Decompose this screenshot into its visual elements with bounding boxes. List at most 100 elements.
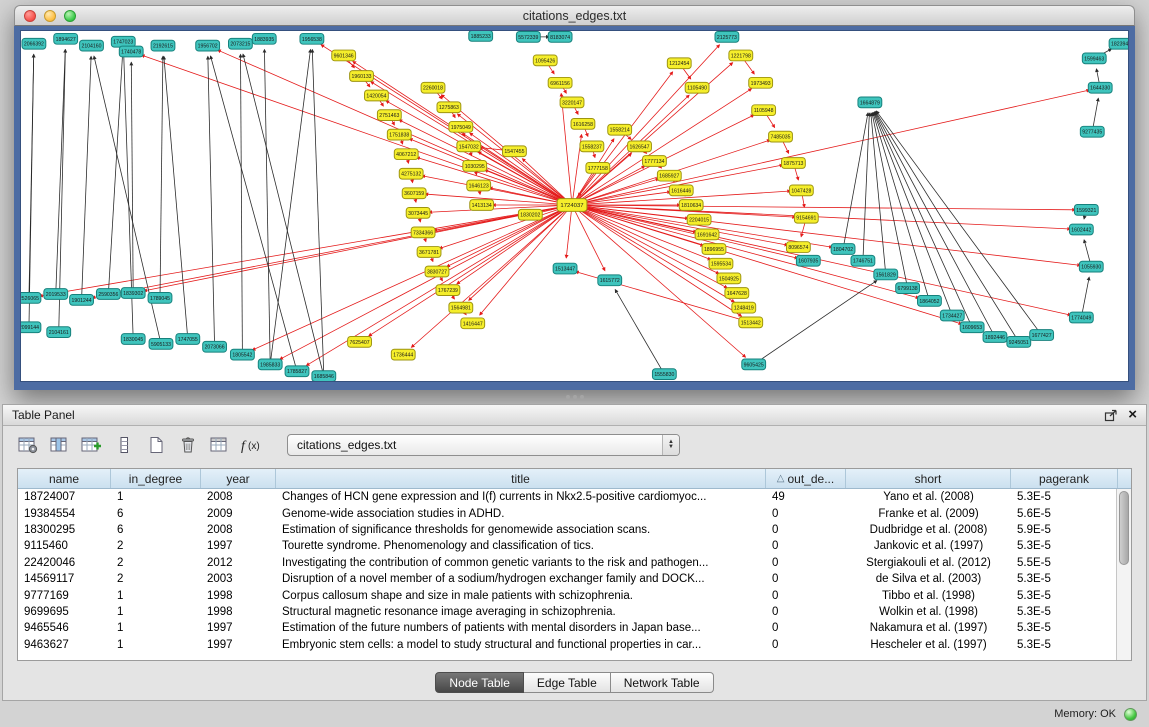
table-selector-dropdown[interactable]: citations_edges.txt ▲▼ (287, 434, 680, 456)
graph-edge[interactable] (754, 281, 877, 365)
cell-out_de[interactable]: 0 (766, 573, 846, 585)
cell-in_degree[interactable]: 1 (111, 622, 201, 634)
graph-node[interactable]: 1646123 (467, 180, 491, 191)
cell-out_de[interactable]: 0 (766, 508, 846, 520)
graph-node[interactable]: 1248419 (732, 302, 756, 313)
column-header-short[interactable]: short (846, 469, 1011, 488)
graph-node[interactable]: 1626547 (628, 141, 652, 152)
graph-node[interactable]: 1804702 (831, 244, 855, 255)
cell-year[interactable]: 1998 (201, 606, 276, 618)
close-window-button[interactable] (24, 10, 36, 22)
table-row[interactable]: 1830029562008Estimation of significance … (18, 522, 1131, 538)
cell-name[interactable]: 22420046 (18, 557, 111, 569)
cell-out_de[interactable]: 0 (766, 590, 846, 602)
cell-pagerank[interactable]: 5.6E-5 (1011, 508, 1118, 520)
graph-node[interactable]: 2019533 (44, 289, 68, 300)
graph-node[interactable]: 9601346 (332, 50, 356, 61)
cell-year[interactable]: 2008 (201, 524, 276, 536)
cell-in_degree[interactable]: 6 (111, 524, 201, 536)
graph-node[interactable]: 7485035 (769, 131, 793, 142)
graph-node[interactable]: 3073445 (406, 207, 430, 218)
graph-node[interactable]: 1736444 (391, 349, 415, 360)
table-settings-icon[interactable] (15, 432, 41, 458)
graph-edge[interactable] (478, 152, 572, 205)
graph-node[interactable]: 3607159 (402, 188, 426, 199)
graph-node[interactable]: 1647628 (725, 288, 749, 299)
tab-network-table[interactable]: Network Table (611, 672, 714, 693)
graph-node[interactable]: 1105490 (685, 82, 709, 93)
graph-node[interactable]: 1599463 (1082, 53, 1106, 64)
graph-node[interactable]: 1975049 (449, 121, 473, 132)
cell-pagerank[interactable]: 5.3E-5 (1011, 622, 1118, 634)
graph-node[interactable]: 1956702 (196, 40, 220, 51)
graph-node[interactable]: 2204015 (687, 214, 711, 225)
graph-node[interactable]: 2590356 (96, 289, 120, 300)
cell-short[interactable]: Stergiakouli et al. (2012) (846, 557, 1011, 569)
graph-node[interactable]: 2260018 (421, 82, 445, 93)
graph-node[interactable]: 1275863 (437, 102, 461, 113)
graph-node[interactable]: 2104160 (80, 40, 104, 51)
cell-in_degree[interactable]: 1 (111, 590, 201, 602)
graph-node[interactable]: 1677427 (1030, 330, 1054, 341)
cell-pagerank[interactable]: 5.9E-5 (1011, 524, 1118, 536)
graph-node[interactable]: 1561829 (874, 269, 898, 280)
graph-edge[interactable] (40, 205, 572, 296)
cell-title[interactable]: Corpus callosum shape and size in male p… (276, 590, 766, 602)
create-column-icon[interactable] (111, 432, 137, 458)
cell-short[interactable]: Dudbridge et al. (2008) (846, 524, 1011, 536)
network-graph[interactable]: 1724037 9601346 1960133 1420054 2751463 … (21, 31, 1128, 381)
graph-node[interactable]: 1691642 (695, 229, 719, 240)
graph-node[interactable]: 1685927 (657, 170, 681, 181)
cell-out_de[interactable]: 0 (766, 622, 846, 634)
graph-edge[interactable] (82, 56, 92, 299)
graph-node[interactable]: 1885233 (469, 31, 493, 41)
window-titlebar[interactable]: citations_edges.txt (14, 5, 1135, 26)
graph-edge[interactable] (572, 205, 962, 324)
graph-node[interactable]: 1609653 (960, 322, 984, 333)
graph-node[interactable]: 1883935 (252, 33, 276, 44)
graph-node[interactable]: 1685846 (312, 371, 336, 381)
cell-name[interactable]: 9699695 (18, 606, 111, 618)
graph-node[interactable]: 2192615 (151, 40, 175, 51)
graph-node[interactable]: 1810634 (679, 200, 703, 211)
cell-short[interactable]: Franke et al. (2009) (846, 508, 1011, 520)
graph-node[interactable]: 1789045 (148, 293, 172, 304)
graph-edge[interactable] (144, 205, 572, 291)
graph-node[interactable]: 1734427 (940, 310, 964, 321)
graph-node[interactable]: 1777158 (586, 162, 610, 173)
cell-year[interactable]: 2003 (201, 573, 276, 585)
cell-year[interactable]: 2009 (201, 508, 276, 520)
cell-title[interactable]: Disruption of a novel member of a sodium… (276, 573, 766, 585)
graph-node[interactable]: 1785827 (285, 366, 309, 377)
cell-in_degree[interactable]: 6 (111, 508, 201, 520)
column-visibility-icon[interactable] (47, 432, 73, 458)
graph-edge[interactable] (241, 54, 243, 354)
graph-node[interactable]: 1616258 (571, 119, 595, 130)
graph-edge[interactable] (312, 50, 324, 377)
graph-node[interactable]: 1420054 (365, 90, 389, 101)
graph-node[interactable]: 1513447 (553, 263, 577, 274)
cell-pagerank[interactable]: 5.3E-5 (1011, 639, 1118, 651)
graph-node[interactable]: 2099144 (21, 322, 41, 333)
graph-node[interactable]: 1513442 (739, 317, 763, 328)
cell-in_degree[interactable]: 1 (111, 606, 201, 618)
tab-node-table[interactable]: Node Table (435, 672, 524, 693)
cell-pagerank[interactable]: 5.3E-5 (1011, 540, 1118, 552)
tab-edge-table[interactable]: Edge Table (524, 672, 611, 693)
graph-node[interactable]: 1747055 (176, 334, 200, 345)
graph-node[interactable]: 1767239 (436, 285, 460, 296)
cell-short[interactable]: Tibbo et al. (1998) (846, 590, 1011, 602)
graph-node[interactable]: 1805542 (230, 349, 254, 360)
cell-title[interactable]: Structural magnetic resonance image aver… (276, 606, 766, 618)
graph-node[interactable]: 1724037 (557, 199, 587, 212)
graph-edge[interactable] (417, 157, 572, 205)
function-builder-icon[interactable]: f(x) (239, 432, 265, 458)
cell-out_de[interactable]: 0 (766, 639, 846, 651)
scrollbar-thumb[interactable] (1119, 491, 1129, 565)
cell-out_de[interactable]: 49 (766, 491, 846, 503)
cell-name[interactable]: 9465546 (18, 622, 111, 634)
graph-node[interactable]: 1558214 (608, 124, 632, 135)
cell-pagerank[interactable]: 5.3E-5 (1011, 590, 1118, 602)
graph-node[interactable]: 6961156 (548, 77, 572, 88)
graph-edge[interactable] (480, 205, 572, 315)
